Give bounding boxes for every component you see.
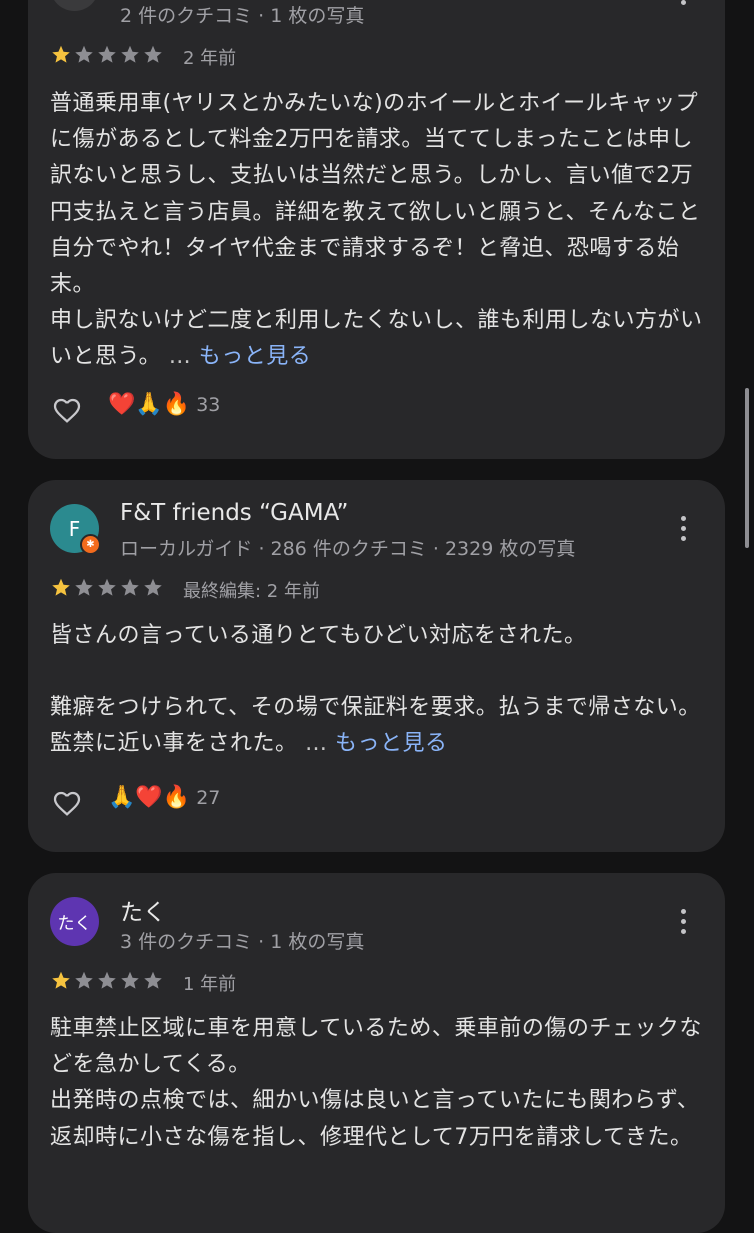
reaction-count: 33 bbox=[196, 394, 221, 416]
review-card: F ✱ F&T friends “GAMA” ローカルガイド · 286 件のク… bbox=[28, 480, 725, 852]
reaction-count: 27 bbox=[196, 787, 221, 809]
read-more-link[interactable]: もっと見る bbox=[199, 344, 312, 369]
review-card: 2 件のクチコミ · 1 枚の写真 2 年前 普通乗用車(ヤリスとかみたいな)の… bbox=[28, 0, 725, 459]
review-paragraph: 申し訳ないけど二度と利用したくないし、誰も利用しない方がいいと思う。 … もっと… bbox=[50, 303, 710, 375]
more-options-icon[interactable] bbox=[681, 0, 687, 5]
review-paragraph: 駐車禁止区域に車を用意しているため、乗車前の傷のチェックなどを急かしてくる。 bbox=[50, 1016, 702, 1078]
local-guide-badge-icon: ✱ bbox=[80, 534, 101, 555]
reviewer-meta: 3 件のクチコミ · 1 枚の写真 bbox=[120, 931, 365, 953]
star-rating bbox=[50, 577, 164, 598]
review-text: 駐車禁止区域に車を用意しているため、乗車前の傷のチェックなどを急かしてくる。 出… bbox=[50, 1011, 710, 1156]
avatar-letter: F bbox=[68, 516, 81, 541]
reviewer-meta: ローカルガイド · 286 件のクチコミ · 2329 枚の写真 bbox=[120, 538, 576, 560]
review-paragraph-text: 申し訳ないけど二度と利用したくないし、誰も利用しない方がいいと思う。 bbox=[50, 308, 703, 370]
reaction-emojis: 🙏❤️🔥 bbox=[108, 785, 191, 810]
review-paragraph: 出発時の点検では、細かい傷は良いと言っていたにも関わらず、返却時に小さな傷を指し… bbox=[50, 1088, 700, 1150]
heart-icon[interactable] bbox=[50, 787, 84, 819]
review-paragraph: 難癖をつけられて、その場で保証料を要求。払うまで帰さない。監禁に近い事をされた。… bbox=[50, 690, 710, 762]
star-rating bbox=[50, 970, 164, 991]
review-time: 最終編集: 2 年前 bbox=[183, 581, 320, 602]
review-card: たく たく 3 件のクチコミ · 1 枚の写真 1 年前 駐車禁止区域に車を用意… bbox=[28, 873, 725, 1233]
review-time: 1 年前 bbox=[183, 974, 237, 995]
avatar[interactable]: F ✱ bbox=[50, 504, 101, 555]
screen: { "colors": {"background":"#131314","car… bbox=[0, 0, 754, 1233]
star-empty-icon bbox=[121, 45, 139, 63]
reviewer-name[interactable]: たく bbox=[120, 893, 166, 927]
star-empty-icon bbox=[144, 578, 162, 596]
review-paragraph: 皆さんの言っている通りとてもひどい対応をされた。 bbox=[50, 623, 587, 648]
more-options-icon[interactable] bbox=[681, 909, 687, 934]
star-empty-icon bbox=[98, 578, 116, 596]
star-filled-icon bbox=[52, 971, 70, 989]
reviewer-name[interactable]: F&T friends “GAMA” bbox=[120, 500, 348, 526]
star-filled-icon bbox=[52, 578, 70, 596]
star-empty-icon bbox=[121, 578, 139, 596]
star-empty-icon bbox=[121, 971, 139, 989]
review-time: 2 年前 bbox=[183, 48, 237, 69]
avatar[interactable] bbox=[50, 0, 99, 11]
scrollbar[interactable] bbox=[745, 388, 749, 548]
read-more-link[interactable]: もっと見る bbox=[335, 731, 448, 756]
avatar-letter: たく bbox=[57, 914, 92, 934]
reaction-emojis: ❤️🙏🔥 bbox=[108, 392, 191, 417]
star-empty-icon bbox=[144, 971, 162, 989]
more-options-icon[interactable] bbox=[681, 516, 687, 541]
reactions[interactable]: 🙏❤️🔥 27 bbox=[108, 785, 221, 810]
ellipsis: … bbox=[168, 344, 192, 370]
star-empty-icon bbox=[144, 45, 162, 63]
star-empty-icon bbox=[98, 45, 116, 63]
star-empty-icon bbox=[75, 971, 93, 989]
avatar[interactable]: たく bbox=[50, 897, 99, 946]
star-filled-icon bbox=[52, 45, 70, 63]
reactions[interactable]: ❤️🙏🔥 33 bbox=[108, 392, 221, 417]
review-text: 普通乗用車(ヤリスとかみたいな)のホイールとホイールキャップに傷があるとして料金… bbox=[50, 86, 710, 376]
star-empty-icon bbox=[75, 45, 93, 63]
ellipsis: … bbox=[305, 731, 328, 757]
reviewer-meta: 2 件のクチコミ · 1 枚の写真 bbox=[120, 5, 365, 27]
star-empty-icon bbox=[75, 578, 93, 596]
review-text: 皆さんの言っている通りとてもひどい対応をされた。 難癖をつけられて、その場で保証… bbox=[50, 618, 710, 763]
review-paragraph: 普通乗用車(ヤリスとかみたいな)のホイールとホイールキャップに傷があるとして料金… bbox=[50, 91, 701, 298]
star-empty-icon bbox=[98, 971, 116, 989]
star-rating bbox=[50, 44, 164, 65]
review-paragraph-blank bbox=[50, 654, 710, 690]
heart-icon[interactable] bbox=[50, 394, 84, 426]
